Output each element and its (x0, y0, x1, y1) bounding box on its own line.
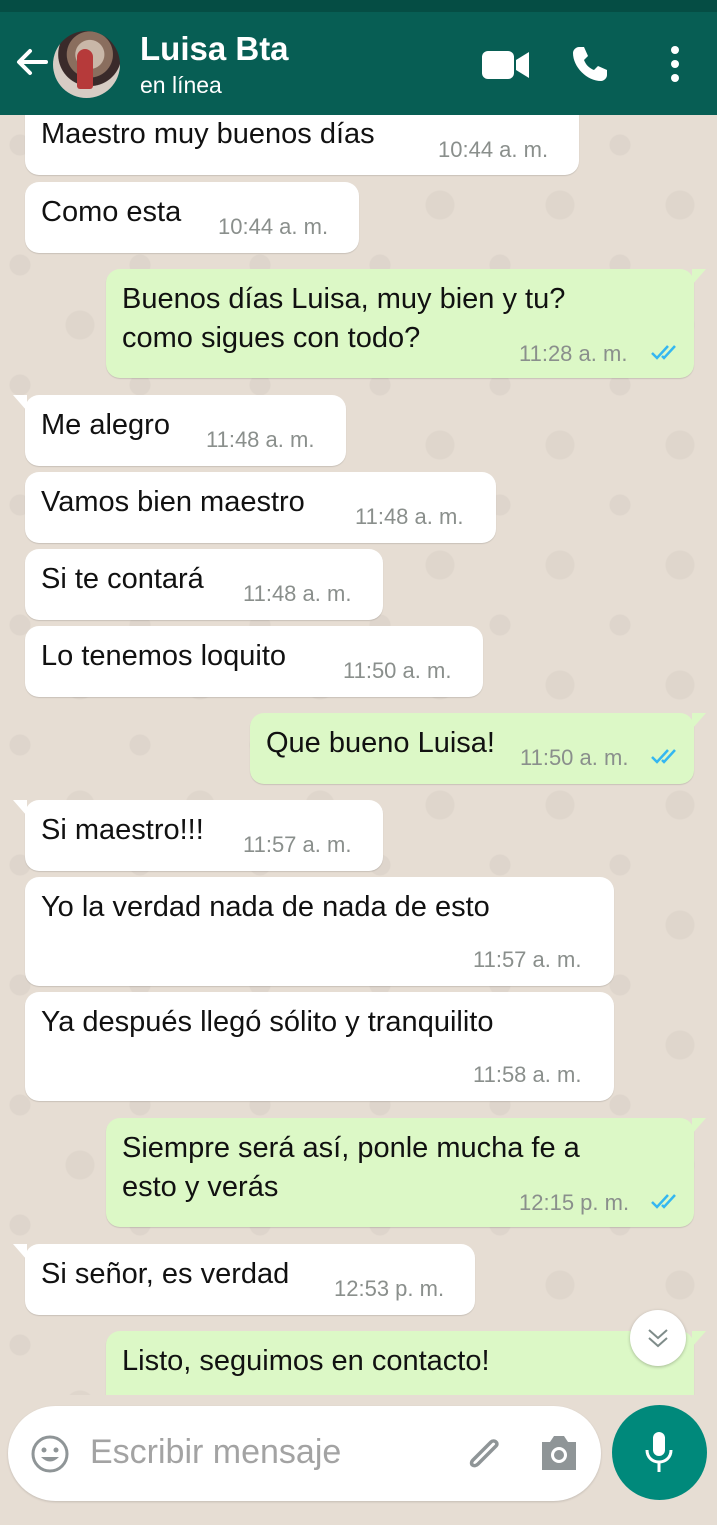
message-text: Listo, seguimos en contacto! (122, 1345, 490, 1377)
message-time: 11:58 a. m. (473, 1062, 582, 1087)
message-incoming[interactable]: Si te contará 11:48 a. m. (25, 549, 383, 620)
attach-icon[interactable] (463, 1431, 507, 1477)
message-incoming[interactable]: Vamos bien maestro 11:48 a. m. (25, 472, 496, 543)
chat-header: Luisa Bta en línea (0, 12, 717, 115)
avatar[interactable] (53, 31, 120, 98)
message-incoming[interactable]: Lo tenemos loquito 11:50 a. m. (25, 626, 483, 697)
message-text: Que bueno Luisa! (266, 727, 495, 759)
message-text: Me alegro (41, 409, 170, 441)
message-time: 11:48 a. m. (355, 504, 464, 529)
message-incoming[interactable]: Si señor, es verdad 12:53 p. m. (13, 1244, 475, 1315)
message-text: Lo tenemos loquito (41, 640, 287, 672)
message-time: 12:53 p. m. (334, 1276, 445, 1301)
scroll-to-bottom-button[interactable] (630, 1310, 686, 1366)
message-text: Si maestro!!! (41, 814, 204, 846)
status-bar (0, 0, 717, 12)
message-time: 12:15 p. m. (519, 1190, 630, 1215)
message-outgoing[interactable]: Siempre será así, ponle mucha fe a esto … (106, 1118, 706, 1227)
message-time: 11:28 a. m. (519, 341, 628, 366)
message-time: 11:57 a. m. (243, 832, 352, 857)
presence-status: en línea (140, 72, 222, 98)
contact-name[interactable]: Luisa Bta (140, 30, 289, 68)
message-list[interactable]: Maestro muy buenos días 10:44 a. m. Como… (0, 115, 717, 1395)
message-incoming[interactable]: Si maestro!!! 11:57 a. m. (13, 800, 383, 871)
message-text: Si te contará (41, 563, 204, 595)
read-ticks-icon (651, 1194, 676, 1209)
emoji-icon[interactable] (30, 1434, 70, 1474)
back-arrow-icon[interactable] (12, 42, 52, 82)
message-input[interactable]: Escribir mensaje (90, 1433, 341, 1472)
message-outgoing[interactable]: Buenos días Luisa, muy bien y tu? como s… (106, 269, 706, 378)
message-text: Si señor, es verdad (41, 1258, 290, 1290)
message-text: Vamos bien maestro (41, 486, 305, 518)
chevron-down-icon (648, 1329, 668, 1348)
message-text: Yo la verdad nada de nada de esto (41, 891, 490, 923)
message-time: 11:48 a. m. (206, 427, 315, 452)
message-time: 10:44 a. m. (438, 137, 549, 162)
mic-icon (645, 1432, 673, 1472)
camera-icon[interactable] (538, 1434, 580, 1472)
voice-call-icon[interactable] (570, 44, 610, 84)
message-outgoing[interactable]: Listo, seguimos en contacto! (106, 1331, 706, 1395)
message-incoming[interactable]: Como esta 10:44 a. m. (25, 182, 359, 253)
more-options-icon[interactable] (665, 44, 685, 84)
message-incoming[interactable]: Yo la verdad nada de nada de esto 11:57 … (25, 877, 614, 986)
message-outgoing[interactable]: Que bueno Luisa! 11:50 a. m. (250, 713, 706, 784)
message-incoming[interactable]: Ya después llegó sólito y tranquilito 11… (25, 992, 614, 1101)
message-incoming[interactable]: Maestro muy buenos días 10:44 a. m. (25, 115, 579, 175)
message-time: 11:57 a. m. (473, 947, 582, 972)
message-time: 10:44 a. m. (218, 214, 329, 239)
message-time: 11:48 a. m. (243, 581, 352, 606)
read-ticks-icon (651, 749, 676, 764)
message-composer[interactable]: Escribir mensaje (8, 1406, 601, 1501)
message-time: 11:50 a. m. (343, 658, 452, 683)
message-time: 11:50 a. m. (520, 745, 629, 770)
message-text: Siempre será así, ponle mucha fe a esto … (122, 1132, 580, 1203)
video-call-icon[interactable] (482, 48, 530, 82)
mic-button[interactable] (612, 1405, 707, 1500)
read-ticks-icon (651, 345, 676, 360)
message-text: Ya después llegó sólito y tranquilito (41, 1006, 494, 1038)
message-text: Maestro muy buenos días (41, 118, 375, 150)
message-text: Buenos días Luisa, muy bien y tu? como s… (122, 283, 566, 354)
message-incoming[interactable]: Me alegro 11:48 a. m. (13, 395, 346, 466)
message-text: Como esta (41, 196, 182, 228)
